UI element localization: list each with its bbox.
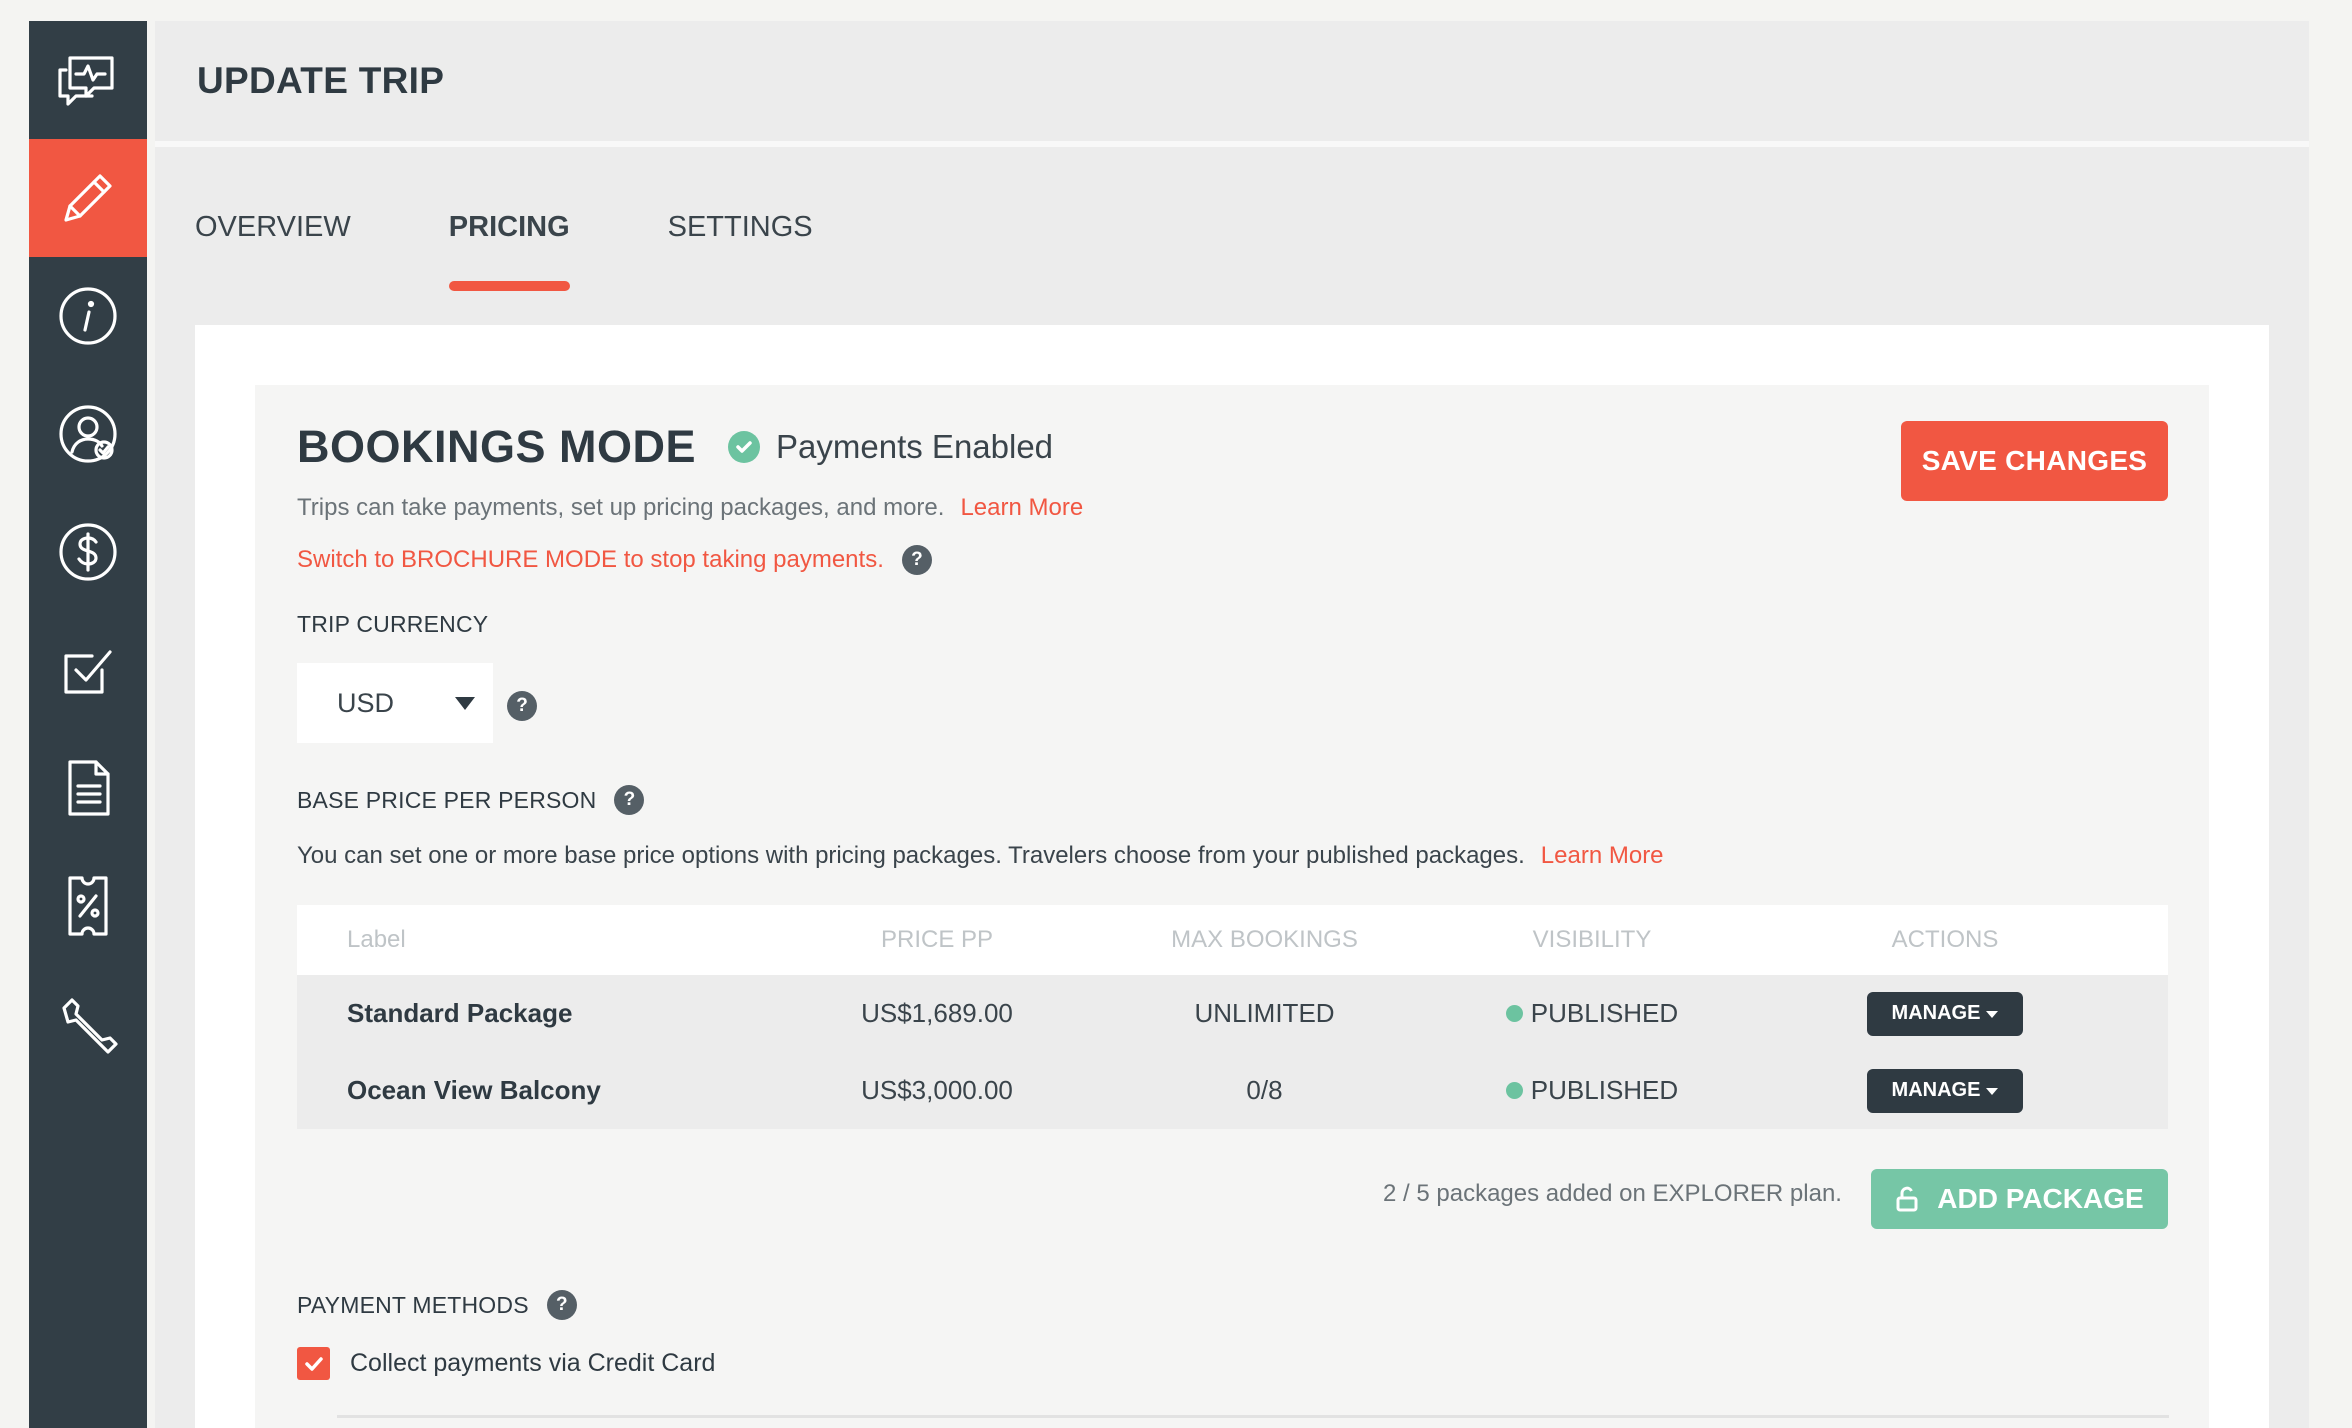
sidebar-item-edit[interactable] xyxy=(29,139,147,257)
manage-label: MANAGE xyxy=(1891,1079,1981,1101)
base-price-description: You can set one or more base price optio… xyxy=(297,842,1664,870)
chat-activity-icon xyxy=(58,56,114,106)
manage-button[interactable]: MANAGE xyxy=(1867,991,2023,1036)
payment-help-icon[interactable]: ? xyxy=(546,1290,577,1320)
wrench-icon xyxy=(62,998,118,1054)
help-icon[interactable]: ? xyxy=(901,545,932,575)
caret-down-icon xyxy=(455,696,475,710)
table-row: Ocean View Balcony US$3,000.00 0/8 PUBLI… xyxy=(297,1052,2168,1129)
dollar-icon xyxy=(59,523,117,581)
pencil-icon xyxy=(64,174,112,222)
package-actions: MANAGE xyxy=(1722,1068,2168,1113)
package-name: Standard Package xyxy=(347,998,573,1028)
column-header-price: PRICE PP xyxy=(880,926,994,953)
bookings-description: Trips can take payments, set up pricing … xyxy=(297,494,1083,522)
payment-methods-header: PAYMENT METHODS ? xyxy=(297,1290,577,1320)
base-price-help-icon[interactable]: ? xyxy=(614,785,645,815)
table-header: Label PRICE PP MAX BOOKINGS VISIBILITY A… xyxy=(297,905,2168,975)
payment-methods-label: PAYMENT METHODS xyxy=(297,1291,529,1318)
visibility-text: PUBLISHED xyxy=(1530,1075,1679,1105)
packages-table: Label PRICE PP MAX BOOKINGS VISIBILITY A… xyxy=(297,905,2168,1129)
sidebar-item-payments[interactable] xyxy=(29,493,147,611)
package-visibility: PUBLISHED xyxy=(1462,998,1722,1029)
currency-help-icon[interactable]: ? xyxy=(507,691,537,721)
coupon-icon xyxy=(68,876,108,936)
tab-settings[interactable]: SETTINGS xyxy=(668,211,813,291)
info-icon xyxy=(59,287,117,345)
switch-brochure-link[interactable]: Switch to BROCHURE MODE to stop taking p… xyxy=(297,546,884,574)
add-package-label: ADD PACKAGE xyxy=(1937,1183,2144,1214)
base-price-learn-more-link[interactable]: Learn More xyxy=(1541,842,1664,869)
sidebar-item-tasks[interactable] xyxy=(29,611,147,729)
package-price: US$1,689.00 xyxy=(861,998,1013,1028)
bookings-mode-title: BOOKINGS MODE xyxy=(297,421,697,472)
currency-value: USD xyxy=(337,687,395,718)
sidebar-item-feedback[interactable] xyxy=(29,21,147,139)
base-price-label: BASE PRICE PER PERSON xyxy=(297,786,597,813)
manage-label: MANAGE xyxy=(1891,1002,1981,1024)
plan-usage-note: 2 / 5 packages added on EXPLORER plan. xyxy=(1383,1180,1842,1207)
bookings-description-text: Trips can take payments, set up pricing … xyxy=(297,494,945,521)
user-check-icon xyxy=(59,405,117,463)
column-header-max-bookings: MAX BOOKINGS xyxy=(1171,926,1358,953)
package-max-bookings: 0/8 xyxy=(1246,1075,1283,1105)
sidebar-item-tools[interactable] xyxy=(29,965,147,1083)
divider xyxy=(337,1415,2169,1418)
check-circle-icon xyxy=(728,431,761,463)
payments-status: Payments Enabled xyxy=(776,428,1054,465)
package-visibility: PUBLISHED xyxy=(1462,1075,1722,1106)
sidebar-item-discounts[interactable] xyxy=(29,847,147,965)
page-header: UPDATE TRIP xyxy=(155,21,2309,147)
content-card: BOOKINGS MODE Payments Enabled SAVE CHAN… xyxy=(195,325,2269,1428)
credit-card-option: Collect payments via Credit Card xyxy=(297,1347,715,1380)
package-name: Ocean View Balcony xyxy=(347,1075,601,1105)
bookings-mode-header: BOOKINGS MODE Payments Enabled xyxy=(297,421,1053,473)
status-dot-icon xyxy=(1505,1005,1523,1022)
visibility-text: PUBLISHED xyxy=(1530,998,1679,1028)
package-price: US$3,000.00 xyxy=(861,1075,1013,1105)
tab-overview[interactable]: OVERVIEW xyxy=(195,211,351,291)
learn-more-link[interactable]: Learn More xyxy=(960,494,1083,521)
caret-down-icon xyxy=(1986,1011,1999,1018)
column-header-visibility: VISIBILITY xyxy=(1532,926,1652,953)
credit-card-checkbox[interactable] xyxy=(297,1347,330,1380)
table-row: Standard Package US$1,689.00 UNLIMITED P… xyxy=(297,975,2168,1052)
manage-button[interactable]: MANAGE xyxy=(1867,1068,2023,1113)
currency-select[interactable]: USD xyxy=(297,663,493,743)
base-price-header: BASE PRICE PER PERSON ? xyxy=(297,785,645,815)
column-header-actions: ACTIONS xyxy=(1891,926,1999,953)
base-price-description-text: You can set one or more base price optio… xyxy=(297,842,1525,869)
sidebar xyxy=(29,21,147,1428)
document-icon xyxy=(68,760,110,816)
status-dot-icon xyxy=(1505,1082,1523,1099)
checkbox-icon xyxy=(64,650,112,694)
unlock-icon xyxy=(1896,1186,1918,1212)
main-content: UPDATE TRIP OVERVIEW PRICING SETTINGS BO… xyxy=(155,21,2309,1428)
package-max-bookings: UNLIMITED xyxy=(1194,998,1335,1028)
sidebar-item-info[interactable] xyxy=(29,257,147,375)
caret-down-icon xyxy=(1986,1088,1999,1095)
save-changes-button[interactable]: SAVE CHANGES xyxy=(1901,421,2168,501)
add-package-button[interactable]: ADD PACKAGE xyxy=(1871,1169,2168,1229)
sidebar-item-travelers[interactable] xyxy=(29,375,147,493)
page-title: UPDATE TRIP xyxy=(197,60,445,101)
credit-card-label: Collect payments via Credit Card xyxy=(350,1349,716,1377)
brochure-row: Switch to BROCHURE MODE to stop taking p… xyxy=(297,545,932,575)
package-actions: MANAGE xyxy=(1722,991,2168,1036)
checkmark-icon xyxy=(304,1356,323,1371)
currency-label: TRIP CURRENCY xyxy=(297,611,489,637)
column-header-label: Label xyxy=(347,926,406,953)
pricing-panel: BOOKINGS MODE Payments Enabled SAVE CHAN… xyxy=(255,385,2209,1428)
tab-pricing[interactable]: PRICING xyxy=(448,211,570,291)
tab-bar: OVERVIEW PRICING SETTINGS xyxy=(195,211,911,291)
sidebar-item-documents[interactable] xyxy=(29,729,147,847)
